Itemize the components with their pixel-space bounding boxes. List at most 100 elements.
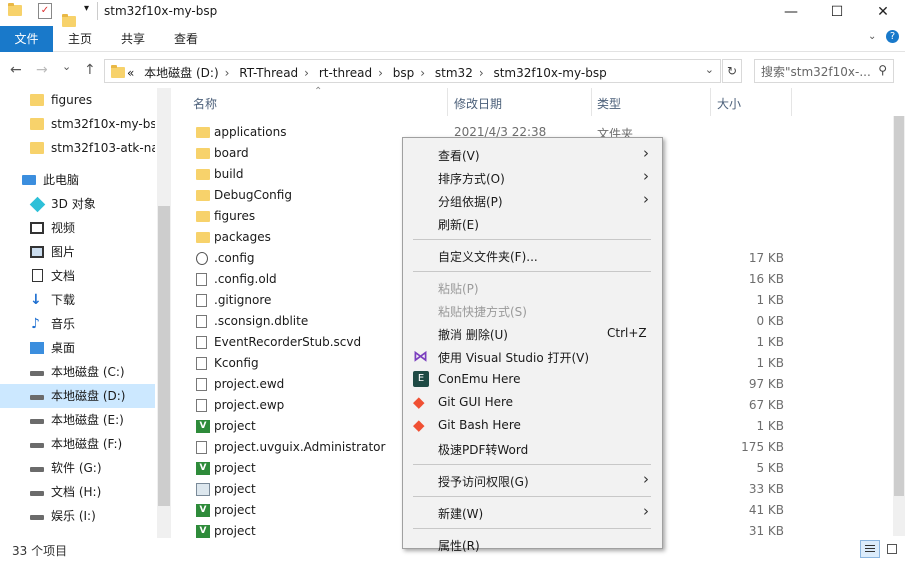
git-bash-icon: ◆ [413,416,425,434]
breadcrumb-separator[interactable]: › [420,66,425,80]
file-name: figures [214,209,256,223]
nav-documents[interactable]: 文档 [0,264,155,288]
minimize-button[interactable]: — [768,0,814,26]
nav-drive-h[interactable]: 文档 (H:) [0,480,155,504]
breadcrumb-rt-thread[interactable]: RT-Thread [239,66,298,80]
refresh-button[interactable]: ↻ [722,59,742,83]
conemu-icon: E [413,371,429,387]
menu-item[interactable]: 分组依据(P) › [405,189,660,211]
up-button[interactable]: ↑ [84,62,96,78]
keil-project-icon: V [196,525,210,538]
breadcrumb-separator[interactable]: › [304,66,309,80]
large-icons-view-icon [887,544,897,554]
breadcrumb-separator[interactable]: › [479,66,484,80]
menu-item-label: 属性(R) [438,539,480,553]
menu-item[interactable]: 查看(V) › [405,143,660,165]
breadcrumb-separator[interactable]: › [378,66,383,80]
nav-item-label: 本地磁盘 (F:) [51,437,123,451]
file-list-scrollbar-thumb[interactable] [894,116,904,496]
menu-item[interactable]: 粘贴快捷方式(S) [405,299,660,321]
menu-item[interactable]: ◆ Git Bash Here [405,414,660,436]
column-divider[interactable] [447,88,448,116]
breadcrumb-separator[interactable]: › [225,66,230,80]
help-icon[interactable]: ? [886,30,899,43]
menu-item[interactable]: ◆ Git GUI Here [405,391,660,413]
menu-item-label: 使用 Visual Studio 打开(V) [438,351,590,365]
tab-view[interactable]: 查看 [174,26,198,52]
recent-locations-button[interactable]: ⌄ [62,60,71,73]
menu-item-label: 新建(W) [438,507,484,521]
nav-drive-i[interactable]: 娱乐 (I:) [0,504,155,528]
column-divider[interactable] [791,88,792,116]
file-name: packages [214,230,271,244]
menu-item[interactable]: 撤消 删除(U) Ctrl+Z [405,322,660,344]
nav-pictures[interactable]: 图片 [0,240,155,264]
forward-button[interactable]: → [36,62,48,78]
nav-drive-e[interactable]: 本地磁盘 (E:) [0,408,155,432]
breadcrumb-current[interactable]: stm32f10x-my-bsp [493,66,606,80]
tab-home[interactable]: 主页 [68,26,92,52]
breadcrumb-overflow[interactable]: « [127,66,134,80]
large-icons-view-button[interactable] [882,540,902,558]
breadcrumb-bsp[interactable]: bsp [393,66,415,80]
menu-item[interactable]: 授予访问权限(G) › [405,469,660,491]
details-view-button[interactable] [860,540,880,558]
maximize-button[interactable]: ☐ [814,0,860,26]
column-divider[interactable] [591,88,592,116]
keil-project-icon: V [196,420,210,433]
breadcrumb-drive-d[interactable]: 本地磁盘 (D:) [144,66,218,80]
keil-project-icon: V [196,504,210,517]
ribbon: 文件 主页 共享 查看 ⌄ ? [0,26,905,52]
nav-desktop[interactable]: 桌面 [0,336,155,360]
nav-quick-stm32f103-atk-nano[interactable]: stm32f103-atk-nano [0,136,155,160]
nav-downloads[interactable]: ↓ 下载 [0,288,155,312]
drive-icon [30,515,44,520]
search-input[interactable]: 搜索"stm32f10x-... ⚲ [754,59,894,83]
close-button[interactable]: ✕ [860,0,905,26]
nav-this-pc[interactable]: 此电脑 [0,168,155,192]
column-name[interactable]: 名称 [193,95,217,112]
menu-item[interactable]: 排序方式(O) › [405,166,660,188]
menu-item[interactable]: ⋈ 使用 Visual Studio 打开(V) [405,345,660,367]
nav-scrollbar-thumb[interactable] [158,206,170,506]
column-size[interactable]: 大小 [717,95,741,112]
column-divider[interactable] [710,88,711,116]
nav-music[interactable]: ♪ 音乐 [0,312,155,336]
nav-drive-f[interactable]: 本地磁盘 (F:) [0,432,155,456]
file-name: project.uvguix.Administrator [214,440,386,454]
menu-separator [413,239,651,240]
nav-3d-objects[interactable]: 3D 对象 [0,192,155,216]
back-button[interactable]: ← [10,62,22,78]
nav-drive-d[interactable]: 本地磁盘 (D:) [0,384,155,408]
tab-file[interactable]: 文件 [0,26,53,52]
menu-item[interactable]: 刷新(E) [405,212,660,234]
nav-quick-stm32f10x-my-bsp[interactable]: stm32f10x-my-bsp [0,112,155,136]
menu-item[interactable]: 粘贴(P) [405,276,660,298]
breadcrumb-stm32[interactable]: stm32 [435,66,473,80]
column-date[interactable]: 修改日期 [454,95,502,112]
file-icon [196,357,207,370]
tab-share[interactable]: 共享 [121,26,145,52]
properties-icon[interactable]: ✓ [38,3,52,19]
file-name: project [214,503,256,517]
nav-drive-g[interactable]: 软件 (G:) [0,456,155,480]
column-type[interactable]: 类型 [597,95,621,112]
quick-access-dropdown-icon[interactable]: ▾ [84,3,89,14]
menu-item[interactable]: 极速PDF转Word [405,437,660,459]
menu-item[interactable]: E ConEmu Here [405,368,660,390]
nav-quick-figures[interactable]: figures [0,88,155,112]
menu-item[interactable]: 新建(W) › [405,501,660,523]
breadcrumb-rt-thread-lower[interactable]: rt-thread [319,66,372,80]
address-dropdown-icon[interactable]: ⌄ [705,63,714,76]
nav-drive-c[interactable]: 本地磁盘 (C:) [0,360,155,384]
file-size: 5 KB [756,461,784,475]
nav-videos[interactable]: 视频 [0,216,155,240]
menu-item[interactable]: 属性(R) [405,533,660,555]
submenu-arrow-icon: › [643,502,649,520]
menu-item[interactable]: 自定义文件夹(F)... [405,244,660,266]
file-size: 0 KB [756,314,784,328]
search-icon[interactable]: ⚲ [878,63,887,77]
address-bar[interactable]: « 本地磁盘 (D:) › RT-Thread › rt-thread › bsp › … [104,59,721,83]
expand-ribbon-icon[interactable]: ⌄ [868,31,876,42]
visual-studio-icon: ⋈ [413,347,428,365]
